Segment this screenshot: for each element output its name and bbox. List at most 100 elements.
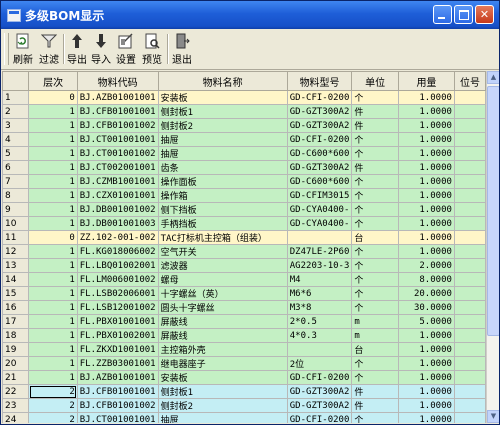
material-code-cell[interactable]: BJ.CT001001002: [76, 146, 159, 161]
table-row[interactable]: 17 1 FL.PBX01001001 屏蔽线 2*0.5 m 5.0000: [2, 314, 486, 329]
material-model-cell[interactable]: M3*8: [286, 300, 353, 315]
column-header-quantity[interactable]: 用量: [397, 71, 455, 91]
position-cell[interactable]: [453, 216, 486, 231]
table-row[interactable]: 20 1 FL.ZZB03001001 继电器座子 2位个 1.0000: [2, 356, 486, 371]
material-code-cell[interactable]: BJ.CZX01001001: [76, 188, 159, 203]
material-name-cell[interactable]: 安装板: [157, 90, 288, 105]
material-name-cell[interactable]: 侧封板2: [157, 118, 288, 133]
refresh-button[interactable]: 刷新: [11, 32, 35, 66]
material-name-cell[interactable]: 屏蔽线: [157, 328, 288, 343]
material-model-cell[interactable]: GD-CFI-0200: [286, 132, 353, 147]
material-code-cell[interactable]: BJ.CT001001001: [76, 132, 159, 147]
position-cell[interactable]: [453, 146, 486, 161]
material-code-cell[interactable]: BJ.CT001001001: [76, 412, 159, 423]
material-code-cell[interactable]: FL.LBQ01002001: [76, 258, 159, 273]
position-cell[interactable]: [453, 300, 486, 315]
material-model-cell[interactable]: GD-C600*600: [286, 146, 353, 161]
unit-cell[interactable]: 个: [351, 202, 399, 217]
material-code-cell[interactable]: BJ.CT002001001: [76, 160, 159, 175]
table-row[interactable]: 14 1 FL.LM006001002 螺母 M4 个 8.0000: [2, 272, 486, 287]
quantity-cell[interactable]: 1.0000: [397, 104, 455, 119]
bom-grid[interactable]: 层次 物料代码 物料名称 物料型号 单位 用量 位号 1 0 BJ.AZB01001…: [2, 71, 486, 423]
material-code-cell[interactable]: BJ.CFB01001002: [76, 398, 159, 413]
level-cell[interactable]: 0: [28, 90, 78, 105]
position-cell[interactable]: [453, 356, 486, 371]
level-cell[interactable]: 1: [28, 146, 78, 161]
position-cell[interactable]: [453, 314, 486, 329]
unit-cell[interactable]: 件: [351, 118, 399, 133]
material-code-cell[interactable]: FL.ZKXD1001001: [76, 342, 159, 357]
material-code-cell[interactable]: BJ.AZB01001001: [76, 90, 159, 105]
quantity-cell[interactable]: 1.0000: [397, 216, 455, 231]
material-name-cell[interactable]: 操作箱: [157, 188, 288, 203]
level-cell[interactable]: 1: [28, 188, 78, 203]
position-cell[interactable]: [453, 230, 486, 245]
level-cell[interactable]: 1: [28, 300, 78, 315]
position-cell[interactable]: [453, 272, 486, 287]
material-code-cell[interactable]: ZZ.102-001-002: [76, 230, 159, 245]
quantity-cell[interactable]: 8.0000: [397, 272, 455, 287]
table-row[interactable]: 15 1 FL.LSB02006001 十字螺丝（英） M6*6 个 20.0000: [2, 286, 486, 301]
quantity-cell[interactable]: 1.0000: [397, 342, 455, 357]
material-model-cell[interactable]: GD-CFIM3015: [286, 188, 353, 203]
quantity-cell[interactable]: 20.0000: [397, 286, 455, 301]
maximize-button[interactable]: [454, 5, 473, 24]
material-model-cell[interactable]: M6*6: [286, 286, 353, 301]
level-cell[interactable]: 2: [28, 412, 78, 423]
material-name-cell[interactable]: 螺母: [157, 272, 288, 287]
material-name-cell[interactable]: 屏蔽线: [157, 314, 288, 329]
material-name-cell[interactable]: 滤波器: [157, 258, 288, 273]
level-cell[interactable]: 1: [28, 258, 78, 273]
scroll-down-button[interactable]: ▼: [487, 410, 499, 423]
material-name-cell[interactable]: 抽屉: [157, 412, 288, 423]
unit-cell[interactable]: 个: [351, 272, 399, 287]
unit-cell[interactable]: 个: [351, 300, 399, 315]
quantity-cell[interactable]: 1.0000: [397, 202, 455, 217]
level-cell[interactable]: 1: [28, 286, 78, 301]
material-name-cell[interactable]: 十字螺丝（英）: [157, 286, 288, 301]
quantity-cell[interactable]: 1.0000: [397, 160, 455, 175]
quantity-cell[interactable]: 2.0000: [397, 258, 455, 273]
position-cell[interactable]: [453, 244, 486, 259]
level-cell[interactable]: 1: [28, 244, 78, 259]
unit-cell[interactable]: 个: [351, 412, 399, 423]
level-cell[interactable]: 1: [28, 160, 78, 175]
material-code-cell[interactable]: BJ.CFB01001001: [76, 104, 159, 119]
material-code-cell[interactable]: BJ.AZB01001001: [76, 370, 159, 385]
table-row[interactable]: 18 1 FL.PBX01002001 屏蔽线 4*0.3 m 1.0000: [2, 328, 486, 343]
position-cell[interactable]: [453, 132, 486, 147]
quantity-cell[interactable]: 1.0000: [397, 188, 455, 203]
position-cell[interactable]: [453, 384, 486, 399]
unit-cell[interactable]: 个: [351, 90, 399, 105]
material-name-cell[interactable]: 安装板: [157, 370, 288, 385]
quantity-cell[interactable]: 1.0000: [397, 398, 455, 413]
level-cell[interactable]: 1: [28, 104, 78, 119]
material-code-cell[interactable]: FL.ZZB03001001: [76, 356, 159, 371]
preview-button[interactable]: 预览: [140, 32, 164, 66]
material-name-cell[interactable]: 手柄挡板: [157, 216, 288, 231]
quantity-cell[interactable]: 1.0000: [397, 356, 455, 371]
title-bar[interactable]: 多级BOM显示 ✕: [1, 1, 499, 29]
quantity-cell[interactable]: 30.0000: [397, 300, 455, 315]
material-model-cell[interactable]: GD-C600*600: [286, 174, 353, 189]
material-name-cell[interactable]: 空气开关: [157, 244, 288, 259]
material-model-cell[interactable]: 2*0.5: [286, 314, 353, 329]
material-name-cell[interactable]: 侧下挡板: [157, 202, 288, 217]
table-row[interactable]: 9 1 BJ.DB001001002 侧下挡板 GD-CYA0400- 个 1.0000: [2, 202, 486, 217]
unit-cell[interactable]: 个: [351, 132, 399, 147]
level-cell[interactable]: 1: [28, 118, 78, 133]
material-model-cell[interactable]: GD-CYA0400-: [286, 202, 353, 217]
level-cell[interactable]: 1: [28, 370, 78, 385]
material-name-cell[interactable]: 抽屉: [157, 132, 288, 147]
quantity-cell[interactable]: 1.0000: [397, 230, 455, 245]
material-model-cell[interactable]: GD-CFI-0200: [286, 370, 353, 385]
unit-cell[interactable]: m: [351, 314, 399, 329]
unit-cell[interactable]: 个: [351, 188, 399, 203]
position-cell[interactable]: [453, 258, 486, 273]
level-cell[interactable]: 0: [28, 230, 78, 245]
table-row[interactable]: 5 1 BJ.CT001001002 抽屉 GD-C600*600 个 1.0000: [2, 146, 486, 161]
quantity-cell[interactable]: 1.0000: [397, 132, 455, 147]
material-code-cell[interactable]: FL.PBX01001001: [76, 314, 159, 329]
quantity-cell[interactable]: 5.0000: [397, 314, 455, 329]
material-code-cell[interactable]: BJ.DB001001003: [76, 216, 159, 231]
